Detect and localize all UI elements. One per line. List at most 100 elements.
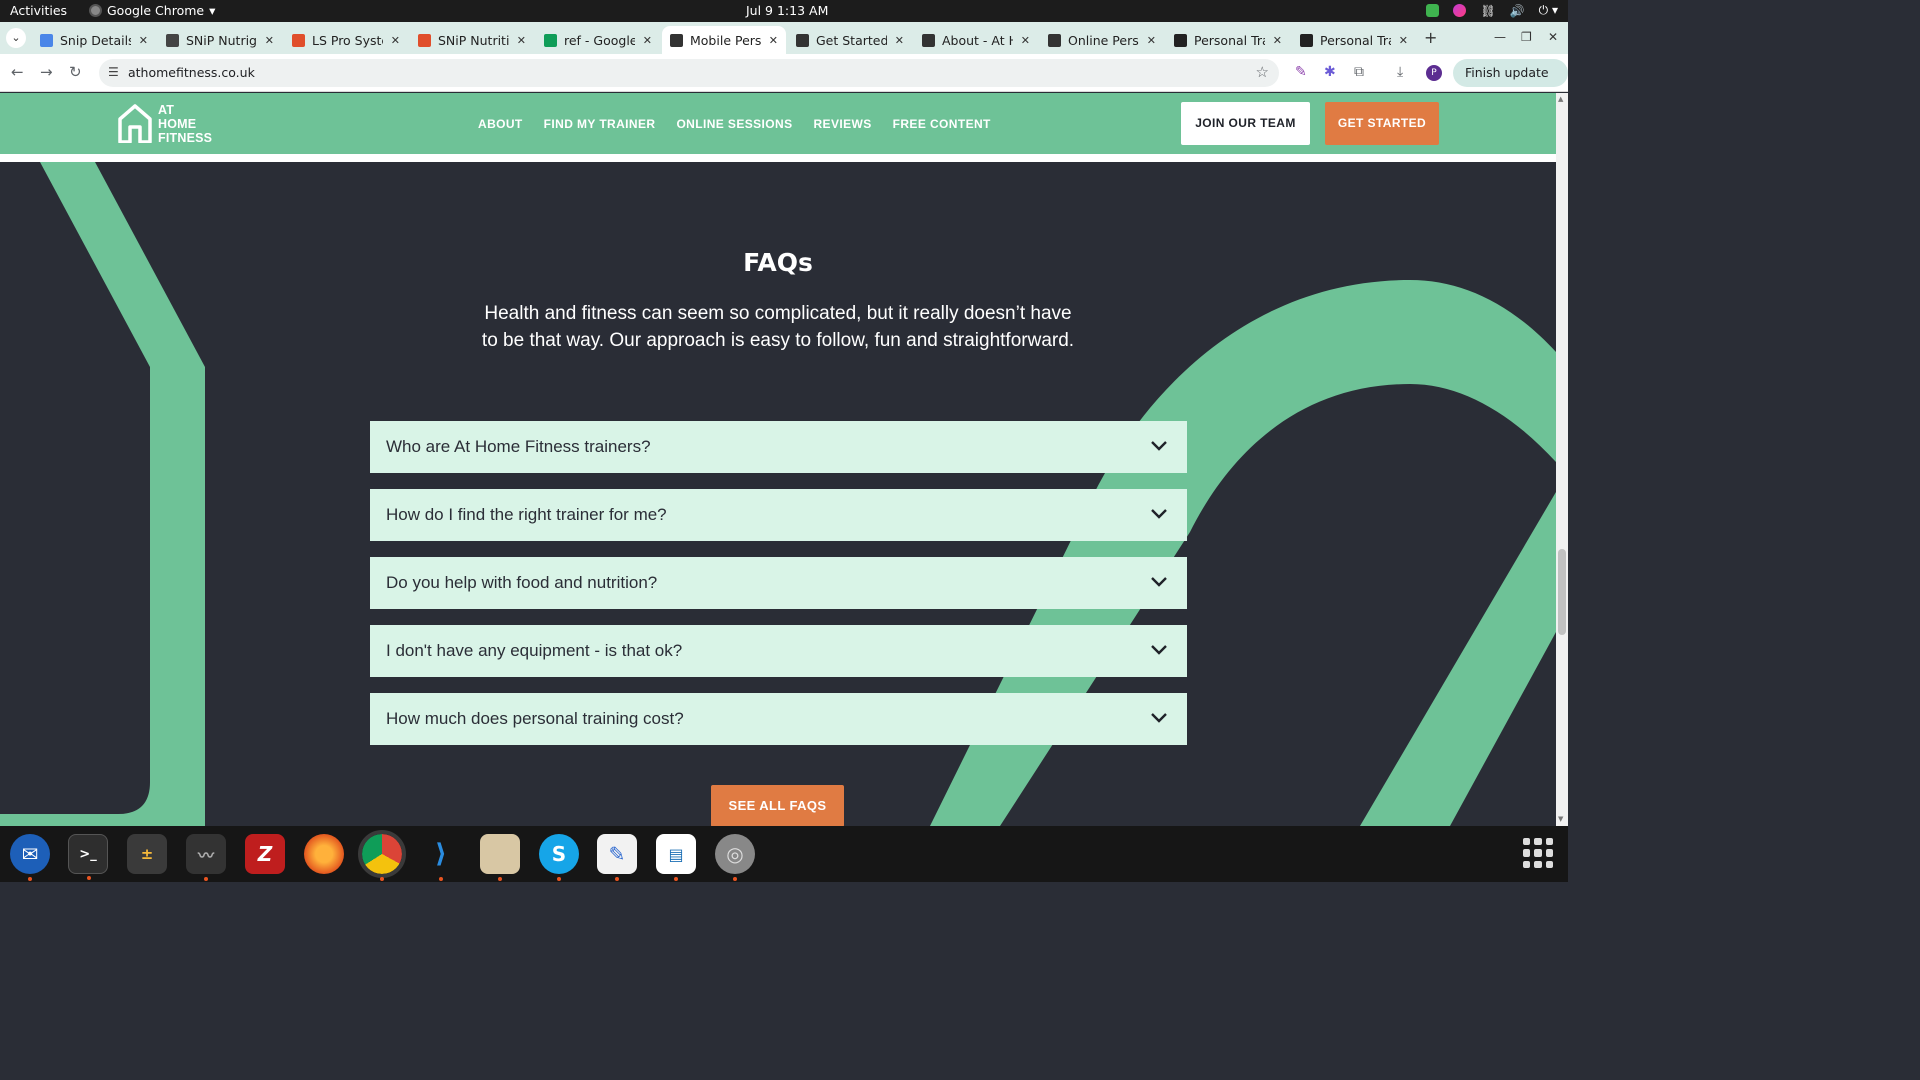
text-editor-icon[interactable]: ✎ <box>597 834 637 881</box>
tab-title: LS Pro Syste <box>312 32 383 48</box>
browser-tab[interactable]: Mobile Pers ✕ <box>662 26 786 54</box>
tab-close-icon[interactable]: ✕ <box>643 34 652 47</box>
browser-tab[interactable]: LS Pro Syste ✕ <box>284 26 408 54</box>
url-text[interactable]: athomefitness.co.uk <box>128 65 255 80</box>
browser-tab[interactable]: Snip Details ✕ <box>32 26 156 54</box>
calculator-icon[interactable]: ± <box>127 834 167 874</box>
activities-button[interactable]: Activities <box>10 3 67 18</box>
faq-intro: Health and fitness can seem so complicat… <box>481 303 1075 351</box>
browser-tab[interactable]: Personal Tra ✕ <box>1292 26 1416 54</box>
clock[interactable]: Jul 9 1:13 AM <box>746 3 828 18</box>
browser-tab[interactable]: SNiP Nutrig ✕ <box>158 26 282 54</box>
files-icon[interactable] <box>480 834 520 881</box>
close-window-icon[interactable]: ✕ <box>1548 30 1558 44</box>
tab-close-icon[interactable]: ✕ <box>391 34 400 47</box>
fs-icon <box>1300 33 1313 47</box>
chrome-app-icon <box>89 4 102 17</box>
chevron-down-icon <box>1151 713 1167 723</box>
tab-close-icon[interactable]: ✕ <box>265 34 274 47</box>
restore-icon[interactable]: ❐ <box>1521 30 1532 44</box>
vscode-icon[interactable]: ⟩ <box>421 834 461 881</box>
logo-line: FITNESS <box>158 131 213 145</box>
back-button[interactable]: ← <box>11 63 24 81</box>
shield-check-icon[interactable] <box>1426 4 1440 17</box>
tab-close-icon[interactable]: ✕ <box>1021 34 1030 47</box>
faq-item[interactable]: How much does personal training cost? <box>370 693 1187 745</box>
nav-online-sessions[interactable]: ONLINE SESSIONS <box>676 117 792 131</box>
forward-button[interactable]: → <box>40 63 53 81</box>
app-menu[interactable]: Google Chrome ▾ <box>89 3 215 18</box>
tab-close-icon[interactable]: ✕ <box>517 34 526 47</box>
pen-extension-icon[interactable]: ✎ <box>1295 64 1307 80</box>
power-icon[interactable]: ⏻ ▾ <box>1539 3 1558 18</box>
tab-close-icon[interactable]: ✕ <box>1147 34 1156 47</box>
tab-strip: ⌄ Snip Details ✕ SNiP Nutrig ✕ LS Pro Syste ✕… <box>0 22 1568 54</box>
athome-icon <box>1048 33 1061 47</box>
finish-update-button[interactable]: Finish update ⋮ <box>1453 59 1568 108</box>
page-scrollbar[interactable]: ▲ ▼ <box>1556 93 1568 826</box>
browser-tab[interactable]: Personal Tra ✕ <box>1166 26 1290 54</box>
chevron-down-icon <box>1151 509 1167 519</box>
fs-icon <box>1174 33 1187 47</box>
get-started-button[interactable]: GET STARTED <box>1325 102 1439 145</box>
extensions-puzzle-icon[interactable]: ⧉ <box>1354 64 1364 80</box>
scroll-up-icon[interactable]: ▲ <box>1558 95 1563 103</box>
tab-close-icon[interactable]: ✕ <box>1273 34 1282 47</box>
faq-title: FAQs <box>743 248 813 277</box>
tab-close-icon[interactable]: ✕ <box>769 34 778 47</box>
system-monitor-icon[interactable]: 〰 <box>186 834 226 881</box>
faq-item[interactable]: Who are At Home Fitness trainers? <box>370 421 1187 473</box>
thunderbird-icon[interactable]: ✉ <box>10 834 50 881</box>
site-info-icon[interactable]: ☰ <box>108 65 119 79</box>
gear-extension-icon[interactable]: ✱ <box>1324 64 1336 80</box>
faq-item[interactable]: How do I find the right trainer for me? <box>370 489 1187 541</box>
network-icon[interactable]: ⛓ <box>1480 4 1495 18</box>
new-tab-button[interactable]: + <box>1424 28 1437 47</box>
nav-free-content[interactable]: FREE CONTENT <box>893 117 991 131</box>
writer-icon[interactable]: ▤ <box>656 834 696 881</box>
see-all-faqs-button[interactable]: SEE ALL FAQS <box>711 785 844 826</box>
disk-icon[interactable]: ◎ <box>715 834 755 881</box>
scrollbar-thumb[interactable] <box>1558 549 1566 635</box>
chrome-icon[interactable] <box>358 830 406 881</box>
logo-wordmark: AT HOME FITNESS <box>158 103 212 145</box>
reload-button[interactable]: ↻ <box>69 63 82 81</box>
filezilla-icon[interactable]: Z <box>245 834 285 874</box>
tab-close-icon[interactable]: ✕ <box>895 34 904 47</box>
tab-search-button[interactable]: ⌄ <box>6 28 26 48</box>
tab-close-icon[interactable]: ✕ <box>1399 34 1408 47</box>
finish-update-label: Finish update <box>1465 65 1549 80</box>
browser-tab[interactable]: About - At H ✕ <box>914 26 1038 54</box>
faq-question: I don't have any equipment - is that ok? <box>386 641 683 660</box>
show-apps-icon[interactable] <box>1523 838 1553 868</box>
tab-title: Personal Tra <box>1194 32 1265 48</box>
terminal-icon[interactable]: >_ <box>68 834 108 880</box>
tab-title: ref - Google <box>564 32 635 48</box>
profile-avatar[interactable]: P <box>1426 65 1442 81</box>
join-our-team-button[interactable]: JOIN OUR TEAM <box>1181 102 1310 145</box>
faq-item[interactable]: Do you help with food and nutrition? <box>370 557 1187 609</box>
faq-question: How much does personal training cost? <box>386 709 684 728</box>
nav-find-my-trainer[interactable]: FIND MY TRAINER <box>544 117 656 131</box>
firefox-icon[interactable] <box>304 834 344 874</box>
browser-tab[interactable]: SNiP Nutriti ✕ <box>410 26 534 54</box>
browser-tab[interactable]: Get Started ✕ <box>788 26 912 54</box>
bookmark-star-icon[interactable]: ☆ <box>1256 63 1269 81</box>
faq-item[interactable]: I don't have any equipment - is that ok? <box>370 625 1187 677</box>
page-viewport: AT HOME FITNESS ABOUT FIND MY TRAINER ON… <box>0 93 1556 826</box>
skype-icon[interactable]: S <box>539 834 579 881</box>
nav-reviews[interactable]: REVIEWS <box>813 117 871 131</box>
browser-tab[interactable]: Online Pers ✕ <box>1040 26 1164 54</box>
scroll-down-icon[interactable]: ▼ <box>1558 815 1563 823</box>
nav-about[interactable]: ABOUT <box>478 117 523 131</box>
site-logo[interactable]: AT HOME FITNESS <box>116 103 212 145</box>
system-tray[interactable]: ⛓ 🔊 ⏻ ▾ <box>1426 3 1558 18</box>
minimize-icon[interactable]: — <box>1494 30 1506 44</box>
browser-tab[interactable]: ref - Google ✕ <box>536 26 660 54</box>
athome-icon <box>922 33 935 47</box>
volume-icon[interactable]: 🔊 <box>1510 4 1525 18</box>
address-bar[interactable]: ☰ athomefitness.co.uk ☆ <box>99 59 1279 87</box>
download-icon[interactable]: ⤓ <box>1397 64 1403 80</box>
tab-close-icon[interactable]: ✕ <box>139 34 148 47</box>
tray-app-icon[interactable] <box>1453 4 1467 17</box>
